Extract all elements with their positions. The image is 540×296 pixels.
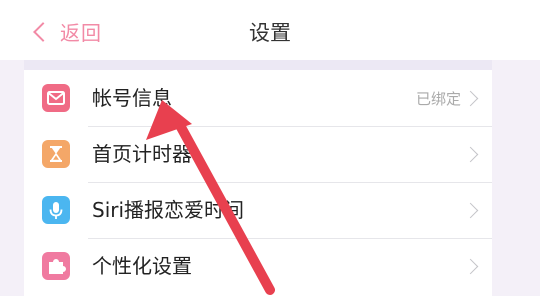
chevron-right-icon <box>462 202 479 218</box>
settings-list: 帐号信息 已绑定 首页计时器 Siri播报恋爱时间 个性化设置 <box>24 70 492 296</box>
settings-row-label: 个性化设置 <box>92 254 192 278</box>
puzzle-icon <box>42 252 70 280</box>
settings-row-account-info[interactable]: 帐号信息 已绑定 <box>24 70 492 126</box>
mail-icon <box>42 84 70 112</box>
hourglass-icon <box>42 140 70 168</box>
chevron-right-icon <box>462 258 479 274</box>
page-title: 设置 <box>249 21 291 45</box>
settings-row-label: 首页计时器 <box>92 142 192 166</box>
settings-row-label: Siri播报恋爱时间 <box>92 198 245 222</box>
settings-row-label: 帐号信息 <box>92 86 172 110</box>
settings-row-personalization[interactable]: 个性化设置 <box>24 238 492 294</box>
chevron-right-icon <box>462 146 479 162</box>
chevron-right-icon <box>462 90 479 106</box>
settings-row-siri[interactable]: Siri播报恋爱时间 <box>24 182 492 238</box>
binding-status: 已绑定 <box>415 89 461 108</box>
navigation-bar: 返回 设置 <box>0 0 540 60</box>
settings-row-home-timer[interactable]: 首页计时器 <box>24 126 492 182</box>
section-divider <box>24 60 492 70</box>
microphone-icon <box>42 196 70 224</box>
